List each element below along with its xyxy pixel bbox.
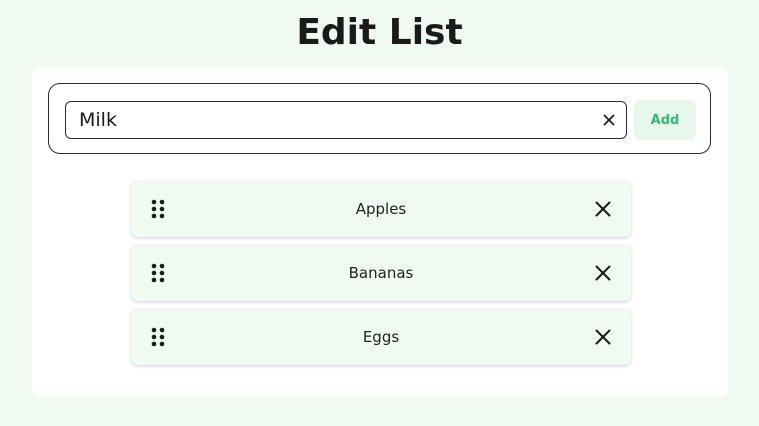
list-item[interactable]: Bananas [131,245,631,301]
list-item-label: Bananas [348,264,414,282]
drag-handle-icon[interactable] [151,199,165,219]
list-item-label: Eggs [362,328,400,346]
list-editor-card: Add Apples [32,67,728,397]
close-icon[interactable] [595,329,611,345]
item-text-field [65,101,627,139]
list-item[interactable]: Apples [131,181,631,237]
drag-handle-icon[interactable] [151,263,165,283]
close-icon[interactable] [595,265,611,281]
page-title: Edit List [296,12,463,53]
add-item-form: Add [48,83,711,154]
list-item-label: Apples [355,200,407,218]
list-item[interactable]: Eggs [131,309,631,365]
close-icon[interactable] [595,201,611,217]
add-button[interactable]: Add [634,100,696,140]
clear-input-icon[interactable] [600,111,618,129]
item-list: Apples Bananas Eggs [131,181,631,373]
item-input[interactable] [66,102,586,138]
drag-handle-icon[interactable] [151,327,165,347]
